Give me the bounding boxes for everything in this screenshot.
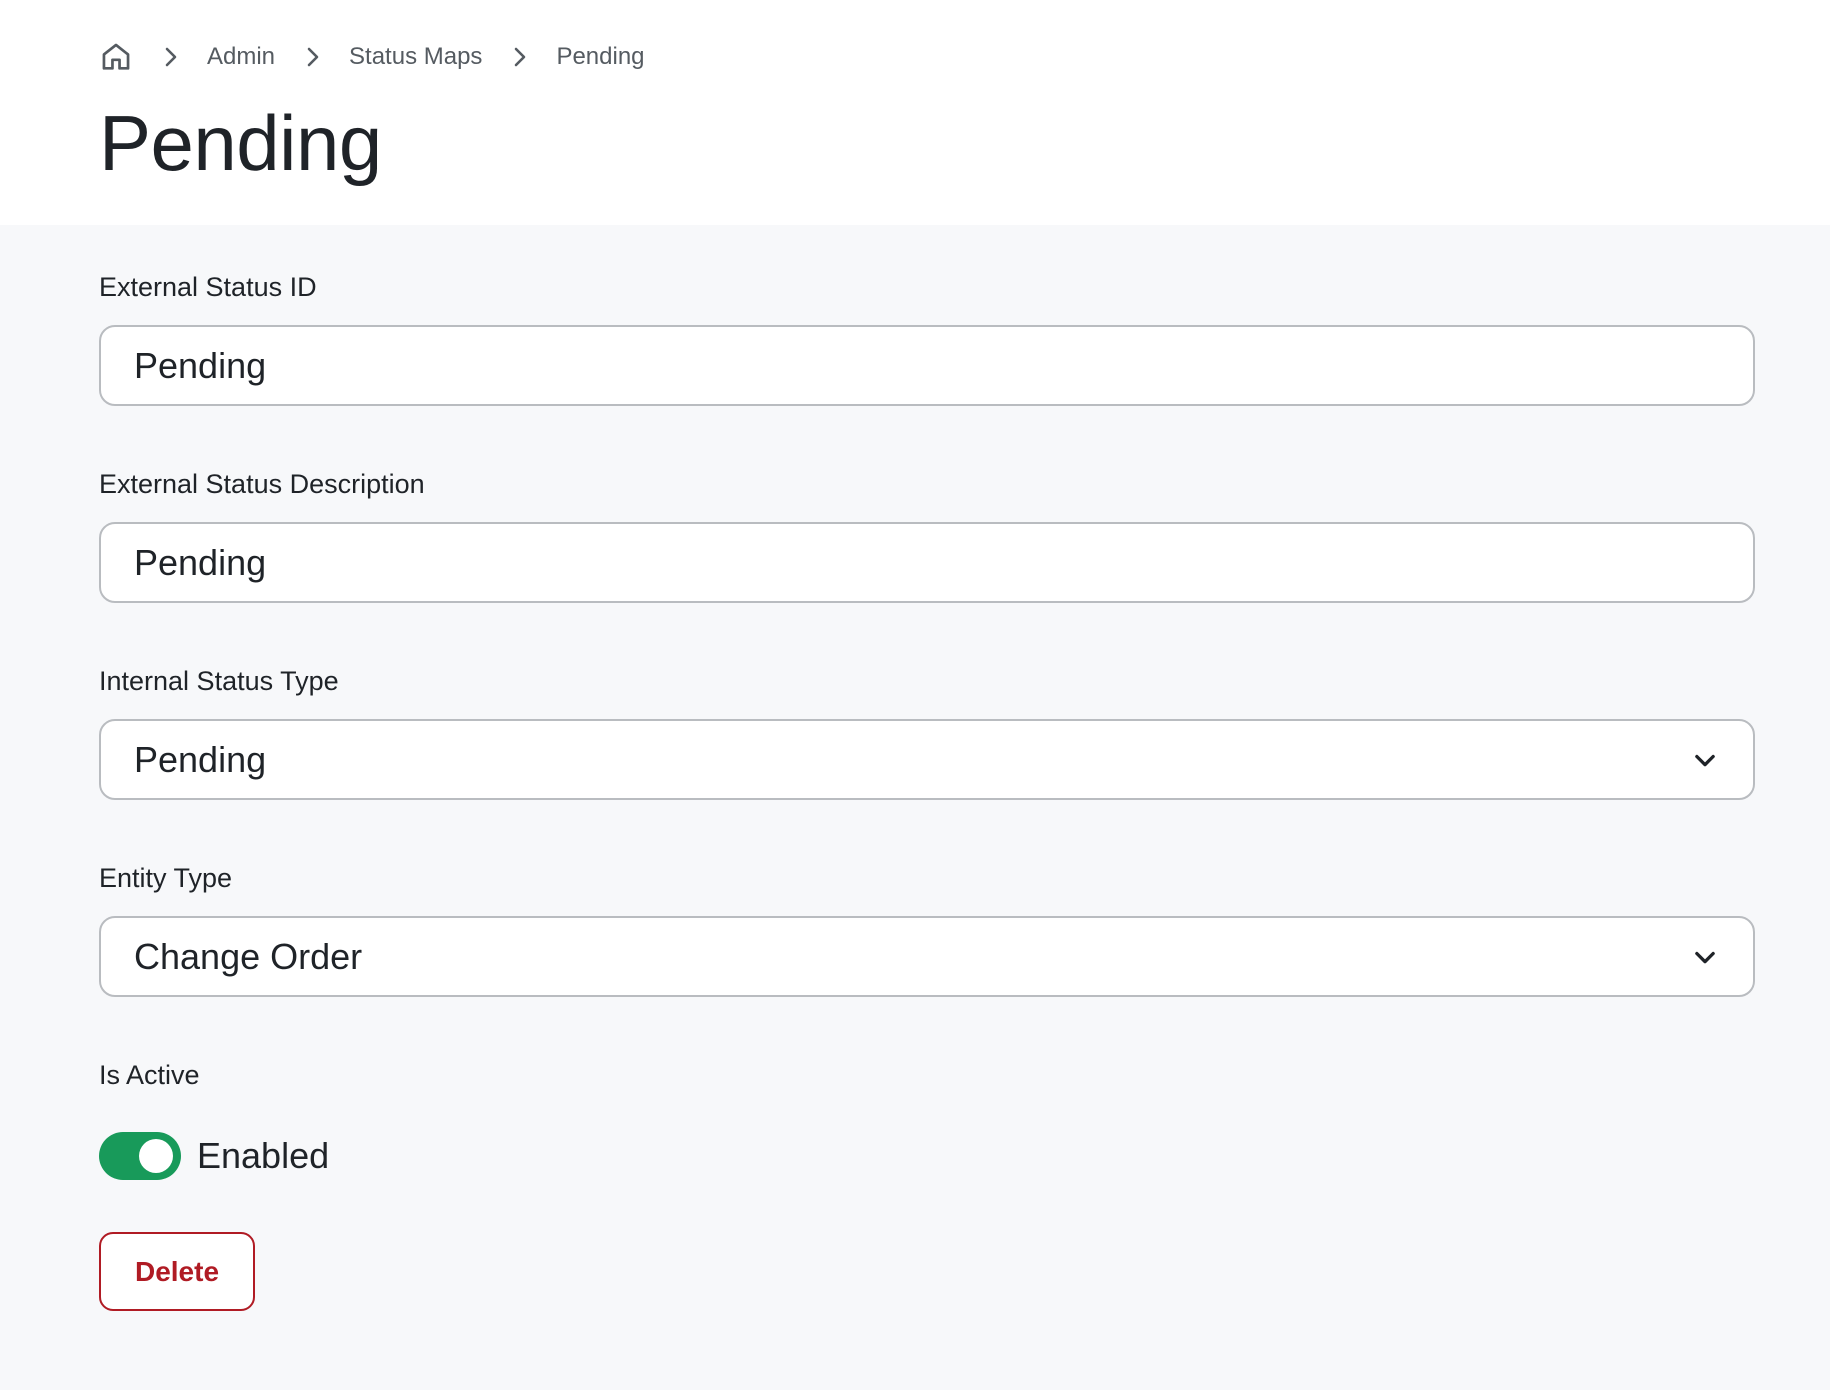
external-status-description-label: External Status Description bbox=[99, 469, 425, 499]
entity-type-label: Entity Type bbox=[99, 863, 233, 893]
external-status-description-field: External Status Description bbox=[99, 467, 1755, 603]
is-active-field: Is Active Enabled bbox=[99, 1058, 1755, 1180]
is-active-toggle[interactable] bbox=[99, 1132, 181, 1180]
page-title: Pending bbox=[99, 99, 382, 187]
is-active-label: Is Active bbox=[99, 1060, 200, 1090]
breadcrumb-item-status-maps[interactable]: Status Maps bbox=[349, 43, 482, 71]
entity-type-value: Change Order bbox=[134, 935, 363, 977]
toggle-knob bbox=[139, 1139, 173, 1173]
delete-button[interactable]: Delete bbox=[99, 1232, 255, 1311]
chevron-right-icon bbox=[508, 45, 532, 69]
status-map-form: External Status ID External Status Descr… bbox=[0, 225, 1755, 1311]
breadcrumb-item-admin[interactable]: Admin bbox=[207, 43, 275, 71]
is-active-state-label: Enabled bbox=[197, 1135, 330, 1176]
internal-status-type-value: Pending bbox=[134, 738, 267, 780]
breadcrumb-item-current: Pending bbox=[556, 43, 645, 70]
external-status-description-input[interactable] bbox=[99, 522, 1755, 603]
internal-status-type-label: Internal Status Type bbox=[99, 666, 339, 696]
external-status-id-label: External Status ID bbox=[99, 272, 317, 302]
external-status-id-field: External Status ID bbox=[99, 270, 1755, 406]
is-active-toggle-row: Enabled bbox=[99, 1132, 1755, 1180]
page-header: Admin Status Maps Pending Pending bbox=[0, 0, 1830, 225]
chevron-right-icon bbox=[159, 45, 183, 69]
internal-status-type-select[interactable]: Pending bbox=[99, 719, 1755, 800]
entity-type-select[interactable]: Change Order bbox=[99, 916, 1755, 997]
entity-type-field: Entity Type Change Order bbox=[99, 861, 1755, 997]
breadcrumb: Admin Status Maps Pending bbox=[99, 38, 1830, 76]
chevron-down-icon bbox=[1691, 943, 1719, 971]
home-icon[interactable] bbox=[99, 40, 133, 74]
chevron-right-icon bbox=[301, 45, 325, 69]
chevron-down-icon bbox=[1691, 746, 1719, 774]
internal-status-type-field: Internal Status Type Pending bbox=[99, 664, 1755, 800]
external-status-id-input[interactable] bbox=[99, 325, 1755, 406]
